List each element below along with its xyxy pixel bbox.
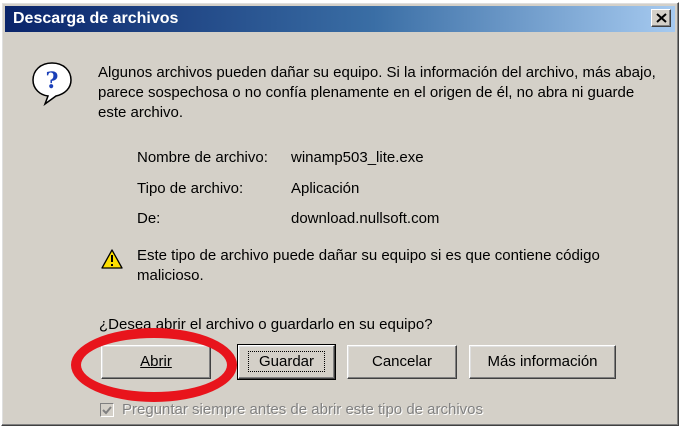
close-button[interactable] bbox=[651, 9, 671, 27]
intro-message: Algunos archivos pueden dañar su equipo.… bbox=[98, 64, 656, 121]
title-bar[interactable]: Descarga de archivos bbox=[5, 6, 675, 32]
file-type-label: Tipo de archivo: bbox=[137, 180, 244, 197]
question-icon: ? bbox=[32, 62, 72, 106]
more-info-button-label: Más información bbox=[487, 353, 598, 370]
file-source-label: De: bbox=[137, 210, 161, 227]
file-type-value: Aplicación bbox=[291, 180, 360, 197]
file-source-value: download.nullsoft.com bbox=[291, 210, 440, 227]
file-download-dialog: Descarga de archivos ? Algunos archivos … bbox=[1, 2, 679, 426]
file-name-label: Nombre de archivo: bbox=[137, 149, 268, 166]
more-info-button[interactable]: Más información bbox=[469, 345, 616, 379]
cancel-button[interactable]: Cancelar bbox=[347, 345, 457, 379]
always-ask-label: Preguntar siempre antes de abrir este ti… bbox=[122, 401, 484, 418]
highlight-circle bbox=[71, 328, 237, 402]
warning-message: Este tipo de archivo puede dañar su equi… bbox=[137, 247, 600, 284]
save-button-label: Guardar bbox=[247, 351, 326, 372]
close-icon bbox=[656, 13, 667, 23]
always-ask-checkbox[interactable] bbox=[100, 403, 114, 417]
file-name-value: winamp503_lite.exe bbox=[291, 149, 424, 166]
window-title: Descarga de archivos bbox=[13, 10, 179, 27]
warning-icon bbox=[101, 249, 123, 269]
svg-text:?: ? bbox=[46, 68, 59, 94]
save-button[interactable]: Guardar bbox=[237, 344, 336, 380]
cancel-button-label: Cancelar bbox=[371, 353, 433, 370]
checkmark-icon bbox=[102, 406, 112, 415]
